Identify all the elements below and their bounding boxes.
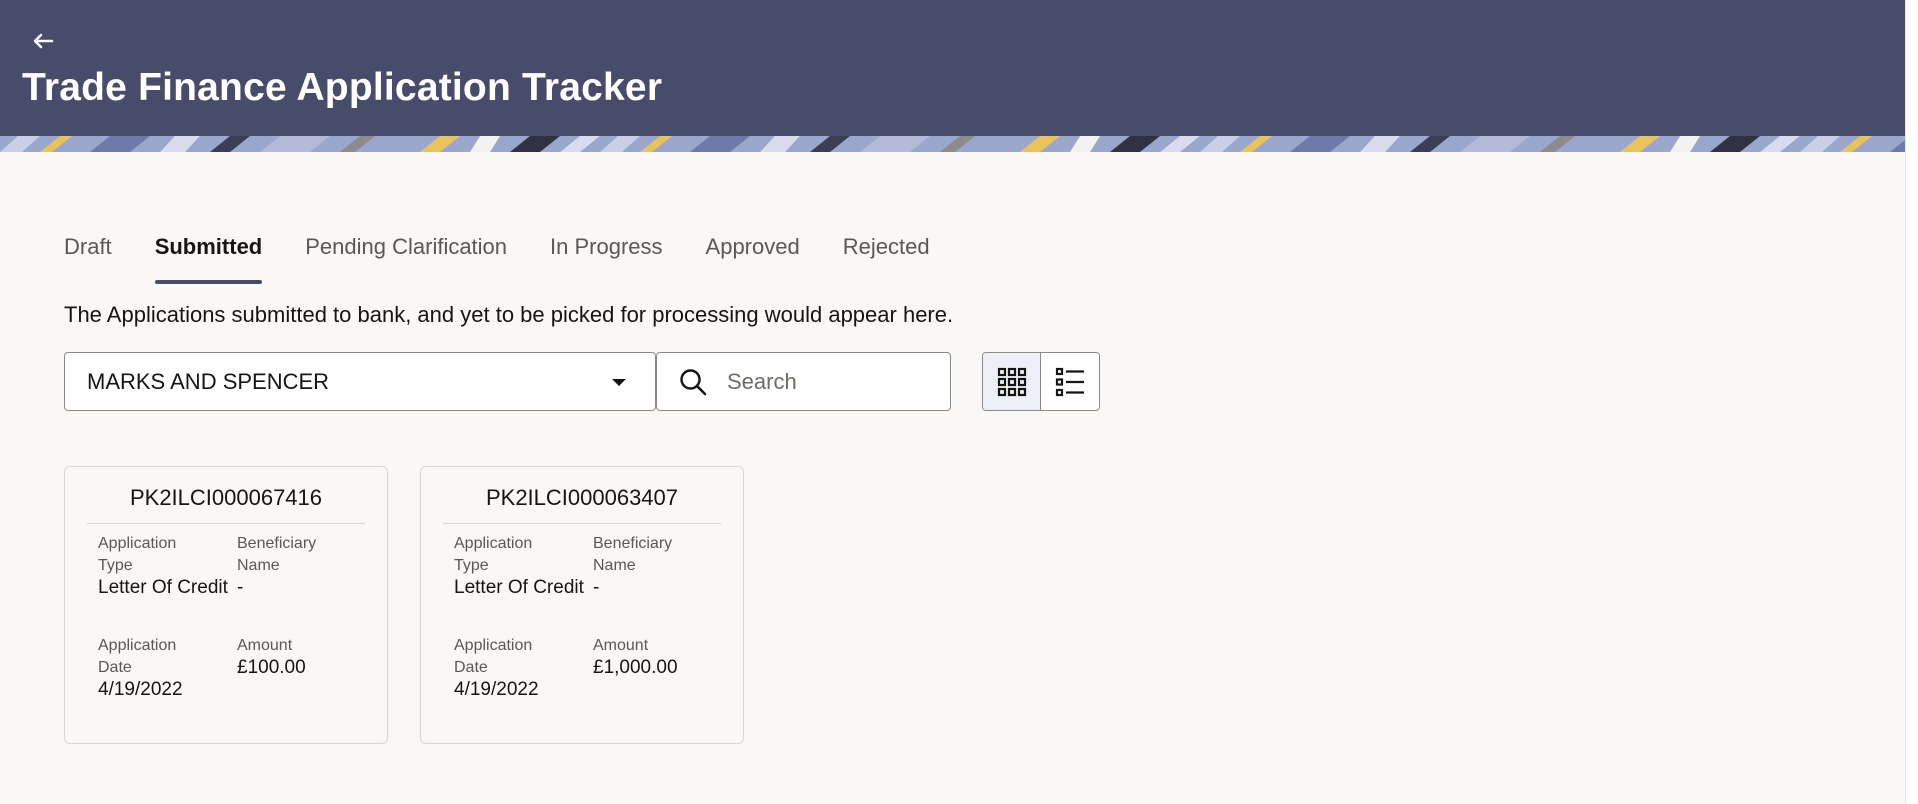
field-label: Beneficiary Name <box>593 535 673 574</box>
field-label: Application Type <box>98 535 177 574</box>
search-input[interactable] <box>727 365 937 399</box>
tab-rejected[interactable]: Rejected <box>843 228 930 284</box>
page-header: Trade Finance Application Tracker <box>0 0 1905 136</box>
field-value: Letter Of Credit <box>98 577 228 598</box>
field-label: Application Type <box>454 535 533 574</box>
field-value: £100.00 <box>237 657 306 678</box>
field-label: Application Date <box>98 637 177 676</box>
field-value: - <box>237 577 244 598</box>
vertical-scrollbar[interactable] <box>1905 0 1918 804</box>
application-card[interactable]: PK2ILCI000063407 Application Type Letter… <box>420 466 744 744</box>
tab-approved[interactable]: Approved <box>706 228 800 284</box>
field-label: Beneficiary Name <box>237 535 317 574</box>
field-value: - <box>593 577 600 598</box>
list-icon <box>1055 367 1084 396</box>
status-tabs: Draft Submitted Pending Clarification In… <box>64 228 973 284</box>
field-label: Amount <box>593 637 649 654</box>
header-banner-pattern <box>0 136 1905 152</box>
party-select[interactable]: MARKS AND SPENCER <box>64 352 656 411</box>
grid-view-button[interactable] <box>983 353 1041 410</box>
application-card[interactable]: PK2ILCI000067416 Application Type Letter… <box>64 466 388 744</box>
tab-draft[interactable]: Draft <box>64 228 112 284</box>
tab-pending-clarification[interactable]: Pending Clarification <box>305 228 507 284</box>
field-value: 4/19/2022 <box>98 679 183 700</box>
tab-in-progress[interactable]: In Progress <box>550 228 663 284</box>
arrow-left-icon <box>33 33 54 49</box>
field-label: Amount <box>237 637 293 654</box>
list-view-button[interactable] <box>1041 353 1099 410</box>
chevron-down-icon <box>612 379 626 386</box>
field-value: £1,000.00 <box>593 657 678 678</box>
search-icon <box>680 369 707 396</box>
application-type-field: Application Type Letter Of Credit <box>454 533 584 599</box>
field-label: Application Date <box>454 637 533 676</box>
page: Trade Finance Application Tracker Draft … <box>0 0 1918 804</box>
field-value: Letter Of Credit <box>454 577 584 598</box>
grid-icon <box>997 367 1026 396</box>
back-button[interactable] <box>28 26 60 58</box>
application-reference: PK2ILCI000067416 <box>87 485 365 524</box>
view-toggle <box>982 352 1100 411</box>
beneficiary-name-field: Beneficiary Name - <box>237 533 367 599</box>
amount-field: Amount £1,000.00 <box>593 635 723 679</box>
application-date-field: Application Date 4/19/2022 <box>454 635 584 701</box>
page-title: Trade Finance Application Tracker <box>22 66 663 109</box>
amount-field: Amount £100.00 <box>237 635 367 679</box>
application-date-field: Application Date 4/19/2022 <box>98 635 228 701</box>
application-type-field: Application Type Letter Of Credit <box>98 533 228 599</box>
tab-description: The Applications submitted to bank, and … <box>64 302 954 327</box>
beneficiary-name-field: Beneficiary Name - <box>593 533 723 599</box>
search-box <box>656 352 951 411</box>
field-value: 4/19/2022 <box>454 679 539 700</box>
tab-submitted[interactable]: Submitted <box>154 228 262 284</box>
party-select-value: MARKS AND SPENCER <box>87 368 330 394</box>
application-reference: PK2ILCI000063407 <box>443 485 721 524</box>
